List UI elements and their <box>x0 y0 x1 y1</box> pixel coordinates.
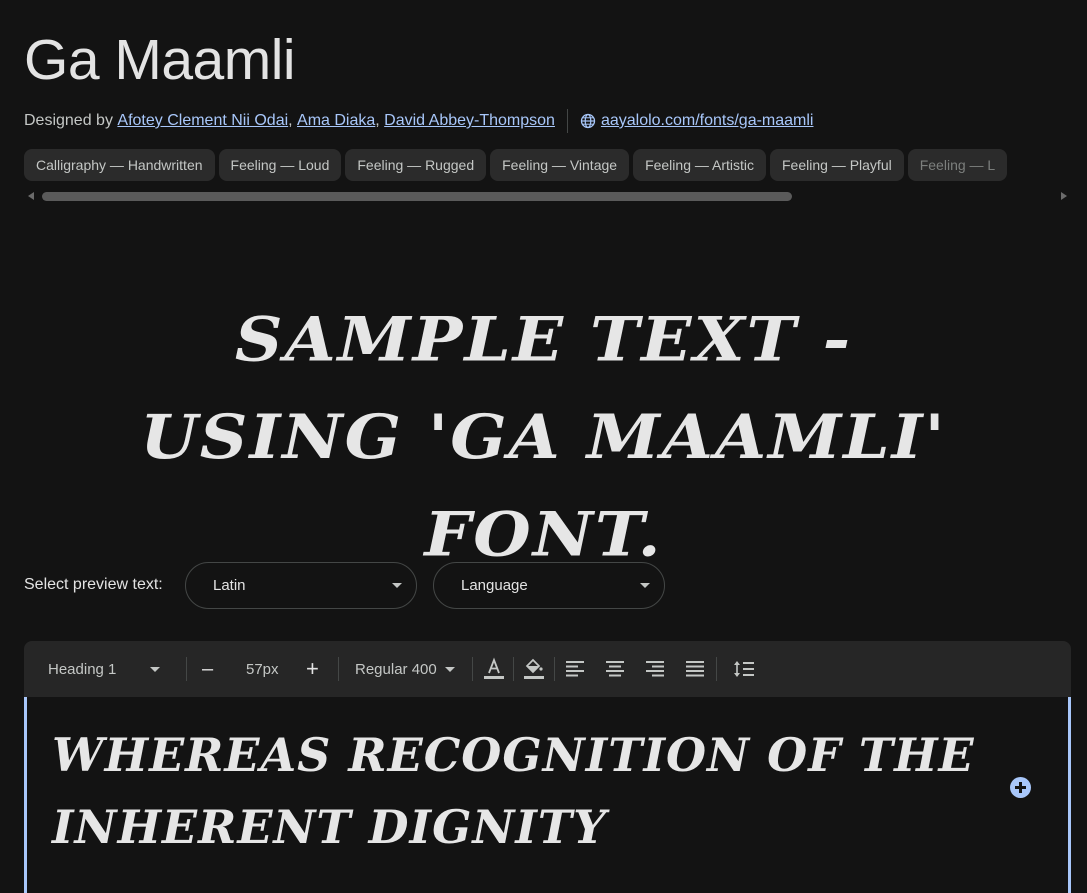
tag-chip[interactable]: Feeling — Playful <box>770 149 904 181</box>
preview-editor[interactable]: Whereas recognition of the inherent dign… <box>24 697 1071 893</box>
chevron-down-icon <box>444 666 455 672</box>
align-right-icon <box>646 661 664 677</box>
align-left-icon <box>566 661 584 677</box>
tag-chip[interactable]: Feeling — Vintage <box>490 149 630 181</box>
globe-icon <box>580 113 596 129</box>
tag-chip[interactable]: Feeling — Artistic <box>633 149 766 181</box>
designer-link-3[interactable]: David Abbey-Thompson <box>384 109 555 133</box>
vertical-divider <box>566 109 568 133</box>
toolbar-divider <box>716 657 717 681</box>
designer-credits: Designed by Afotey Clement Nii Odai, Ama… <box>24 109 813 133</box>
weight-select[interactable]: Regular 400 <box>355 641 455 697</box>
script-select[interactable]: Latin <box>185 562 417 609</box>
align-justify-icon <box>686 661 704 677</box>
font-page: Ga Maamli Designed by Afotey Clement Nii… <box>0 0 1087 893</box>
designer-link-2[interactable]: Ama Diaka <box>297 109 375 133</box>
website-link[interactable]: aayalolo.com/fonts/ga-maamli <box>601 109 814 133</box>
script-select-value: Latin <box>213 577 246 594</box>
align-center-icon <box>606 661 624 677</box>
align-right-button[interactable] <box>645 641 665 697</box>
toolbar-divider <box>472 657 473 681</box>
editor-text[interactable]: Whereas recognition of the inherent dign… <box>52 719 982 863</box>
decrease-size-button[interactable]: – <box>202 641 213 697</box>
tag-chip[interactable]: Feeling — L <box>907 149 1008 181</box>
scroll-right-arrow-icon[interactable] <box>1061 192 1067 200</box>
text-color-button[interactable] <box>483 641 505 697</box>
tag-chip[interactable]: Feeling — Loud <box>218 149 342 181</box>
highlight-color-button[interactable] <box>523 641 545 697</box>
text-color-icon <box>484 657 504 679</box>
preview-label: Select preview text: <box>24 576 163 593</box>
weight-select-value: Regular 400 <box>355 660 437 678</box>
editor-toolbar: Heading 1 – 57px + Regular 400 <box>24 641 1071 697</box>
language-select[interactable]: Language <box>433 562 665 609</box>
fill-bucket-icon <box>524 658 544 679</box>
line-spacing-icon <box>734 661 754 677</box>
align-left-button[interactable] <box>565 641 585 697</box>
toolbar-divider <box>186 657 187 681</box>
tag-list: Calligraphy — Handwritten Feeling — Loud F… <box>24 149 1087 181</box>
scroll-left-arrow-icon[interactable] <box>28 192 34 200</box>
align-justify-button[interactable] <box>685 641 705 697</box>
toolbar-divider <box>513 657 514 681</box>
chevron-down-icon <box>392 583 402 588</box>
tag-chip[interactable]: Calligraphy — Handwritten <box>24 149 215 181</box>
comma-separator: , <box>288 112 298 129</box>
language-select-value: Language <box>461 577 528 594</box>
designed-by-label: Designed by <box>24 112 113 129</box>
toolbar-divider <box>338 657 339 681</box>
horizontal-scrollbar[interactable] <box>24 189 1071 203</box>
align-center-button[interactable] <box>605 641 625 697</box>
toolbar-divider <box>554 657 555 681</box>
style-select-value: Heading 1 <box>48 660 117 678</box>
chevron-down-icon <box>150 666 161 672</box>
comma-separator: , <box>375 112 385 129</box>
style-select[interactable]: Heading 1 <box>48 641 161 697</box>
font-size-value[interactable]: 57px <box>246 641 279 697</box>
page-title: Ga Maamli <box>24 28 296 92</box>
designer-link-1[interactable]: Afotey Clement Nii Odai <box>117 109 288 133</box>
tag-chip[interactable]: Feeling — Rugged <box>345 149 487 181</box>
scrollbar-thumb[interactable] <box>42 192 792 201</box>
line-height-button[interactable] <box>733 641 755 697</box>
chevron-down-icon <box>640 583 650 588</box>
increase-size-button[interactable]: + <box>306 641 319 697</box>
sample-text: Sample text - using 'Ga Maamli' font. <box>140 303 947 571</box>
add-icon[interactable] <box>1010 777 1031 798</box>
